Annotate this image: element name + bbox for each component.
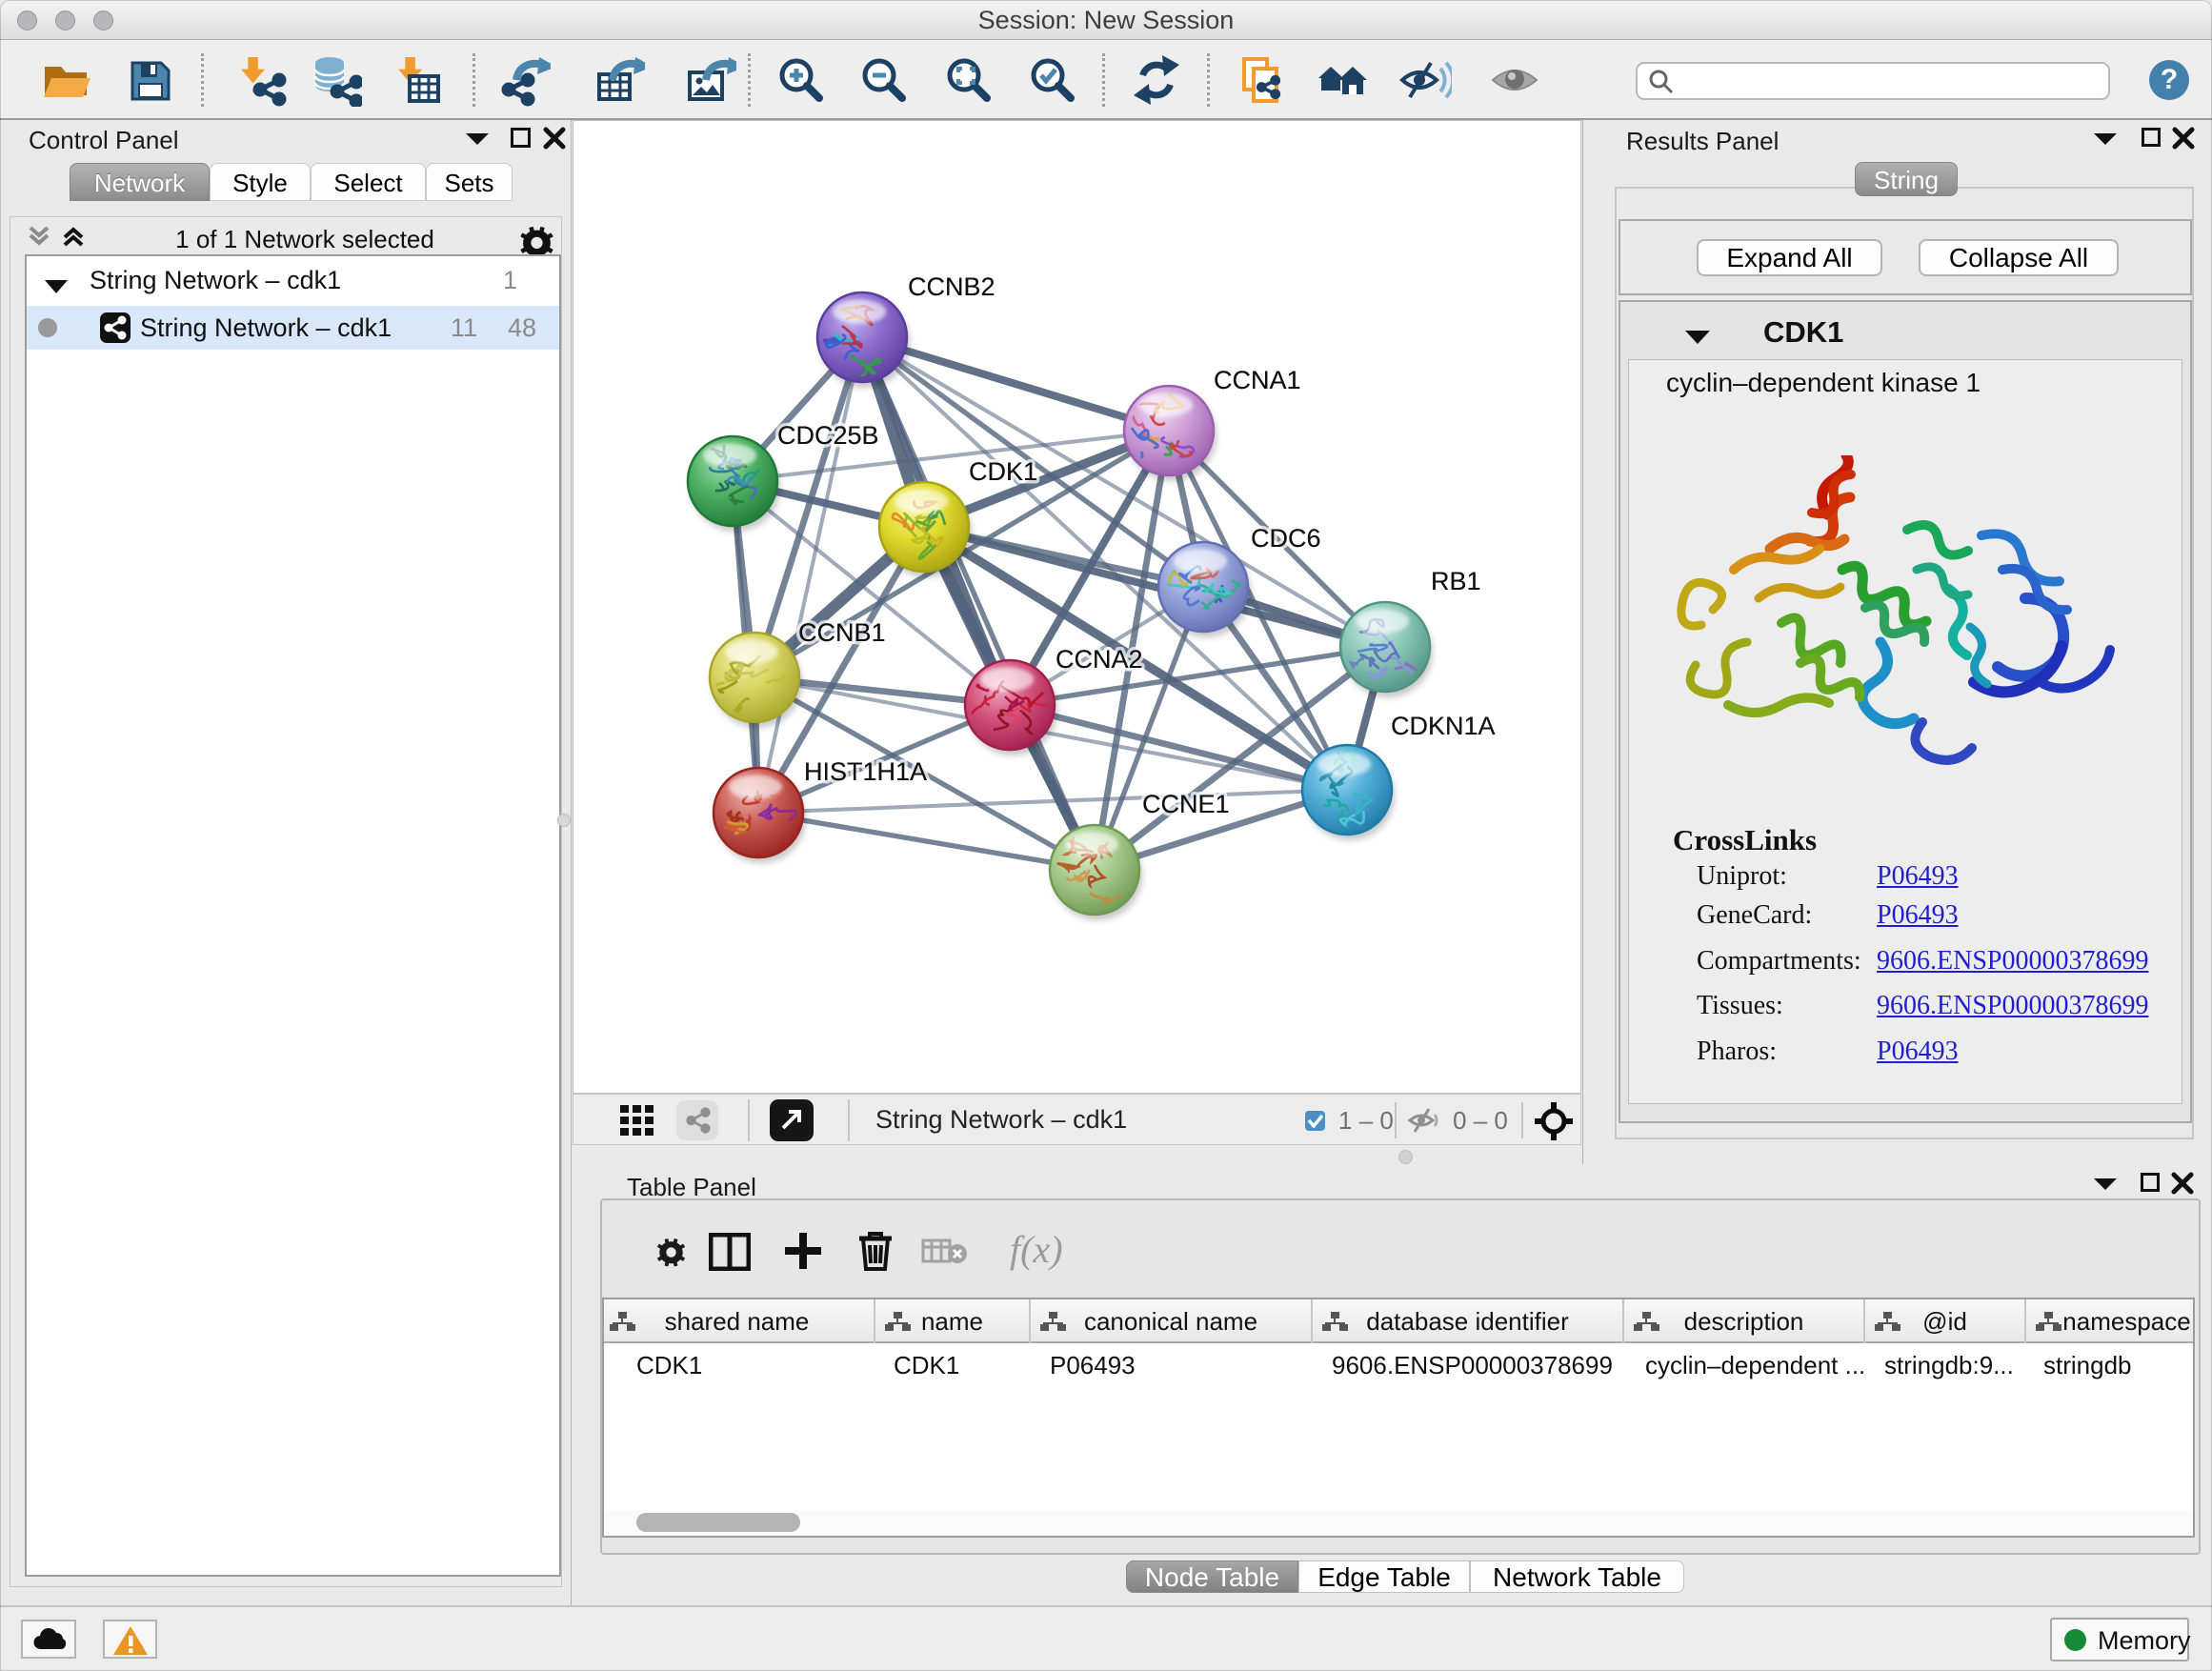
svg-text:CDKN1A: CDKN1A: [1391, 712, 1496, 740]
svg-text:CDC25B: CDC25B: [777, 421, 879, 450]
svg-text:CCNA2: CCNA2: [1056, 645, 1143, 674]
svg-text:HIST1H1A: HIST1H1A: [804, 757, 927, 786]
svg-text:CDK1: CDK1: [969, 457, 1037, 486]
svg-text:CCNA1: CCNA1: [1214, 366, 1301, 394]
svg-text:CDC6: CDC6: [1251, 524, 1321, 553]
svg-text:CCNB2: CCNB2: [908, 272, 995, 301]
svg-text:CCNB1: CCNB1: [798, 618, 886, 647]
svg-text:CCNE1: CCNE1: [1142, 790, 1230, 818]
svg-text:RB1: RB1: [1431, 567, 1481, 595]
